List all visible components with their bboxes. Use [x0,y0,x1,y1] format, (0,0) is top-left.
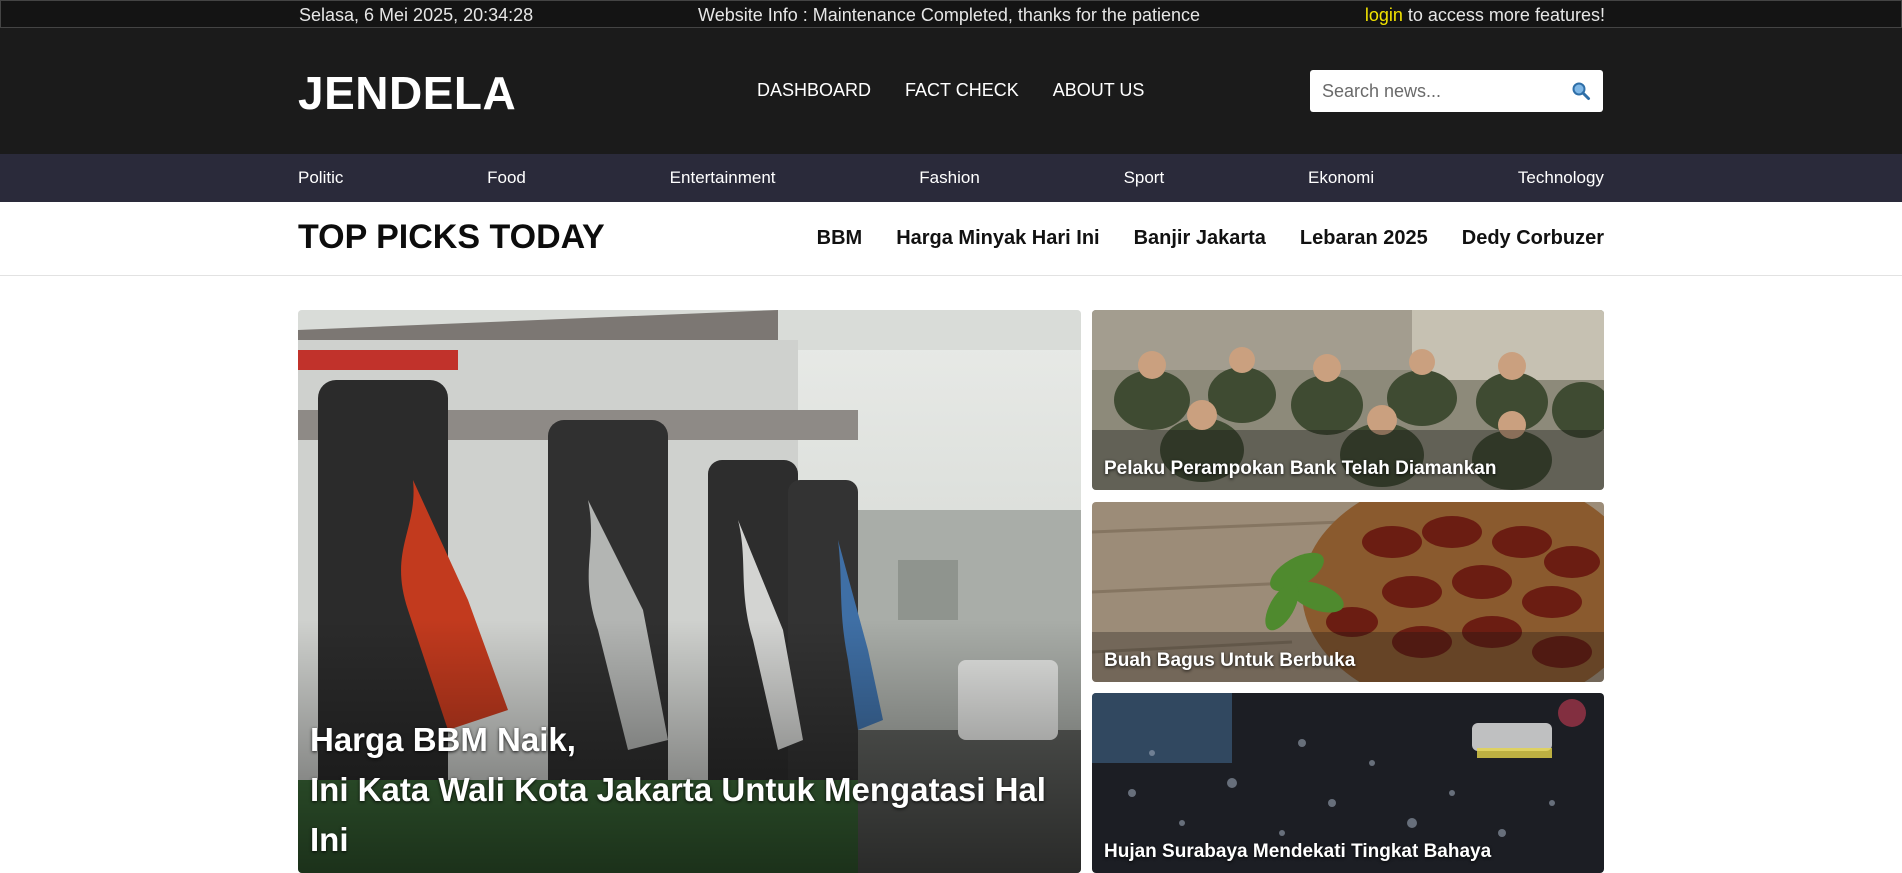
main-nav: DASHBOARD FACT CHECK ABOUT US [757,80,1144,101]
login-link[interactable]: login [1365,5,1403,25]
website-info-text: Website Info : Maintenance Completed, th… [698,4,1200,25]
headline-title-line-2: Ini Kata Wali Kota Jakarta Untuk Mengata… [310,771,1046,858]
search-box [1310,70,1603,112]
tag-lebaran-2025[interactable]: Lebaran 2025 [1300,227,1428,250]
nav-about-us[interactable]: ABOUT US [1053,80,1145,101]
headline-card[interactable]: Harga BBM Naik, Ini Kata Wali Kota Jakar… [298,310,1081,873]
news-card-2-title[interactable]: Buah Bagus Untuk Berbuka [1104,650,1355,672]
headline-title-line-1: Harga BBM Naik, [310,721,576,758]
headline-title[interactable]: Harga BBM Naik, Ini Kata Wali Kota Jakar… [310,715,1070,865]
site-logo[interactable]: JENDELA [298,66,516,120]
category-ekonomi[interactable]: Ekonomi [1308,168,1374,188]
category-fashion[interactable]: Fashion [919,168,979,188]
news-card-1-title[interactable]: Pelaku Perampokan Bank Telah Diamankan [1104,458,1496,480]
site-header: JENDELA DASHBOARD FACT CHECK ABOUT US [0,28,1902,154]
news-card-3[interactable]: Hujan Surabaya Mendekati Tingkat Bahaya [1092,693,1604,873]
magnifier-icon[interactable] [1571,81,1591,101]
category-bar: Politic Food Entertainment Fashion Sport… [0,154,1902,202]
category-politic[interactable]: Politic [298,168,343,188]
top-info-bar: Selasa, 6 Mei 2025, 20:34:28 Website Inf… [0,0,1902,28]
nav-fact-check[interactable]: FACT CHECK [905,80,1019,101]
news-card-1[interactable]: Pelaku Perampokan Bank Telah Diamankan [1092,310,1604,490]
news-card-2[interactable]: Buah Bagus Untuk Berbuka [1092,502,1604,682]
category-sport[interactable]: Sport [1124,168,1165,188]
top-picks-title: TOP PICKS TODAY [298,218,605,256]
category-entertainment[interactable]: Entertainment [670,168,776,188]
news-card-3-title[interactable]: Hujan Surabaya Mendekati Tingkat Bahaya [1104,841,1491,863]
trending-tags: BBM Harga Minyak Hari Ini Banjir Jakarta… [817,227,1604,250]
login-prompt: login to access more features! [1365,5,1605,26]
search-input[interactable] [1322,80,1562,102]
datetime-text: Selasa, 6 Mei 2025, 20:34:28 [299,4,534,25]
tag-banjir-jakarta[interactable]: Banjir Jakarta [1134,227,1266,250]
nav-dashboard[interactable]: DASHBOARD [757,80,871,101]
category-technology[interactable]: Technology [1518,168,1604,188]
tag-harga-minyak[interactable]: Harga Minyak Hari Ini [896,227,1099,250]
login-prompt-suffix: to access more features! [1402,4,1605,25]
category-food[interactable]: Food [487,168,526,188]
tag-bbm[interactable]: BBM [817,227,863,250]
top-picks-bar: TOP PICKS TODAY BBM Harga Minyak Hari In… [0,202,1902,276]
tag-dedy-corbuzer[interactable]: Dedy Corbuzer [1462,227,1604,250]
